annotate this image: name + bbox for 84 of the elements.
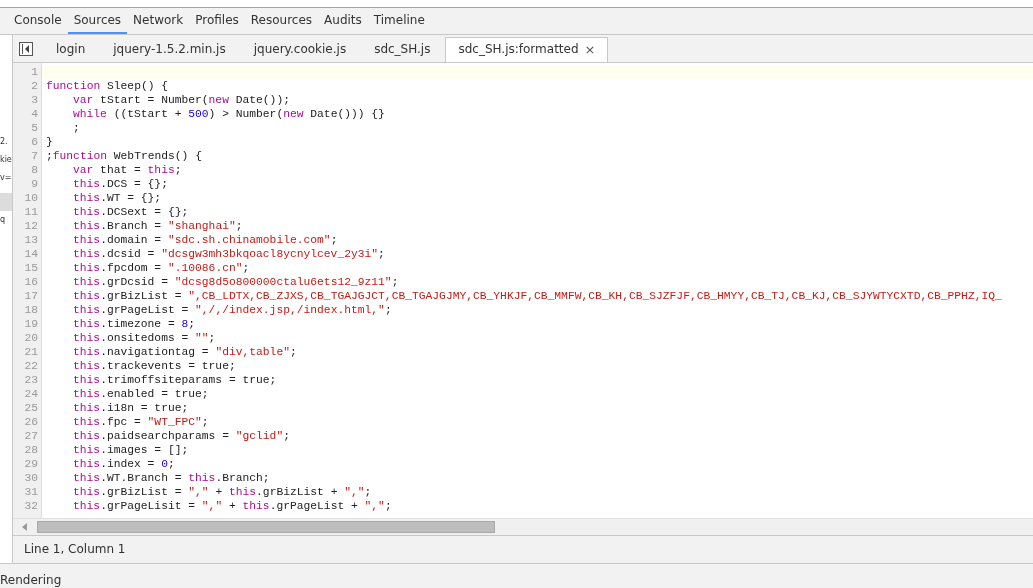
code-line: this.i18n = true;: [72, 400, 189, 415]
file-name[interactable]: q: [0, 211, 12, 229]
file-name[interactable]: kie: [0, 151, 12, 169]
line-number: 18: [23, 302, 39, 317]
code-line: this.trimoffsiteparams = true;: [72, 372, 277, 387]
code-line: this.trackevents = true;: [72, 358, 236, 373]
line-number: 28: [23, 442, 39, 457]
line-number: 6: [30, 134, 39, 149]
line-number: 14: [23, 246, 39, 261]
code-line: ;: [72, 120, 80, 135]
code-line: this.Branch = "shanghai";: [72, 218, 243, 233]
line-number: 2: [30, 78, 39, 93]
line-number: 23: [23, 372, 39, 387]
code-line: this.paidsearchparams = "gclid";: [72, 428, 290, 443]
panel-tab[interactable]: Resources: [244, 8, 319, 34]
line-number: 30: [23, 470, 39, 485]
code-line: this.DCS = {};: [72, 176, 168, 191]
line-number: 1: [30, 64, 39, 79]
line-number: 12: [23, 218, 39, 233]
code-line: while ((tStart + 500) > Number(new Date())) {}: [72, 106, 385, 121]
line-number: 27: [23, 428, 39, 443]
panel-tab[interactable]: Console: [8, 8, 68, 34]
code-line: this.fpc = "WT_FPC";: [72, 414, 209, 429]
code-line: this.grBizList = "," + this.grBizList + ",";: [72, 484, 372, 499]
scrollbar-thumb[interactable]: [37, 521, 495, 534]
code-line: this.enabled = true;: [72, 386, 209, 401]
panel-tab[interactable]: Profiles: [189, 8, 245, 34]
close-icon[interactable]: ×: [584, 38, 596, 62]
code-line: this.DCSext = {};: [72, 204, 189, 219]
code-line: this.fpcdom = ".10086.cn";: [72, 260, 250, 275]
code-line: ;function WebTrends() {: [45, 148, 202, 163]
code-line: this.navigationtag = "div,table";: [72, 344, 297, 359]
line-number: 21: [23, 344, 39, 359]
line-number: 32: [23, 498, 39, 513]
file-tab[interactable]: login: [43, 36, 99, 62]
code-line: function Sleep() {: [45, 78, 169, 93]
line-number: 5: [30, 120, 39, 135]
code-line: }: [45, 134, 53, 149]
line-number: 9: [30, 176, 39, 191]
line-number: 11: [23, 204, 39, 219]
line-number: 20: [23, 330, 39, 345]
code-line: var that = this;: [72, 162, 182, 177]
code-line: this.timezone = 8;: [72, 316, 196, 331]
code-line: var tStart = Number(new Date());: [72, 92, 290, 107]
code-line: this.grPageList = ",/,/index.jsp,/index.html,";: [72, 302, 392, 317]
panel-tab[interactable]: Audits: [318, 8, 368, 34]
file-tab[interactable]: jquery.cookie.js: [240, 36, 360, 62]
cursor-position: Line 1, Column 1: [13, 535, 1033, 563]
line-number: 3: [30, 92, 39, 107]
line-number: 16: [23, 274, 39, 289]
code-line: this.WT.Branch = this.Branch;: [72, 470, 270, 485]
line-number: 26: [23, 414, 39, 429]
line-number: 19: [23, 316, 39, 331]
line-number: 7: [30, 148, 39, 163]
line-number: 4: [30, 106, 39, 121]
line-number: 24: [23, 386, 39, 401]
file-tab[interactable]: sdc_SH.js: [361, 36, 444, 62]
code-line: this.index = 0;: [72, 456, 175, 471]
file-name[interactable]: 2.: [0, 133, 12, 151]
file-name[interactable]: v=: [0, 169, 12, 187]
code-line: this.images = [];: [72, 442, 189, 457]
sidebar-toggle-icon[interactable]: [19, 41, 33, 56]
file-tab[interactable]: sdc_SH.js:formatted ×: [445, 36, 609, 62]
line-number: 29: [23, 456, 39, 471]
code-line: this.domain = "sdc.sh.chinamobile.com";: [72, 232, 338, 247]
line-number: 10: [23, 190, 39, 205]
code-line: this.grPageLisit = "," + this.grPageList + ",";: [72, 498, 392, 513]
line-number: 8: [30, 162, 39, 177]
line-number: 25: [23, 400, 39, 415]
code-line: this.grDcsid = "dcsg8d5o800000ctalu6ets12_9z11";: [72, 274, 399, 289]
code-line: this.onsitedoms = "";: [72, 330, 216, 345]
code-line: this.grBizList = ",CB_LDTX,CB_ZJXS,CB_TGAJGJCT,CB_TGAJGJMY,CB_YHKJF,CB_MMFW,CB_KH,CB_SJZFJF,CB_HMYY,CB_TJ,CB_KJ,CB_SJYWTYCXTD,CB_PPHZ,IQ_: [72, 288, 1002, 303]
code-line: this.WT = {};: [72, 190, 162, 205]
file-tab[interactable]: jquery-1.5.2.min.js: [100, 36, 239, 62]
panel-tab[interactable]: Network: [127, 8, 190, 34]
line-number: 13: [23, 232, 39, 247]
panel-tab[interactable]: Timeline: [367, 8, 431, 34]
line-number: 22: [23, 358, 39, 373]
drawer-tab[interactable]: Rendering: [0, 573, 62, 588]
scroll-left-icon[interactable]: [21, 523, 29, 532]
code-line: this.dcsid = "dcsgw3mh3bkqoacl8ycnylcev_2y3i";: [72, 246, 385, 261]
line-number: 17: [23, 288, 39, 303]
line-number: 15: [23, 260, 39, 275]
line-number: 31: [23, 484, 39, 499]
